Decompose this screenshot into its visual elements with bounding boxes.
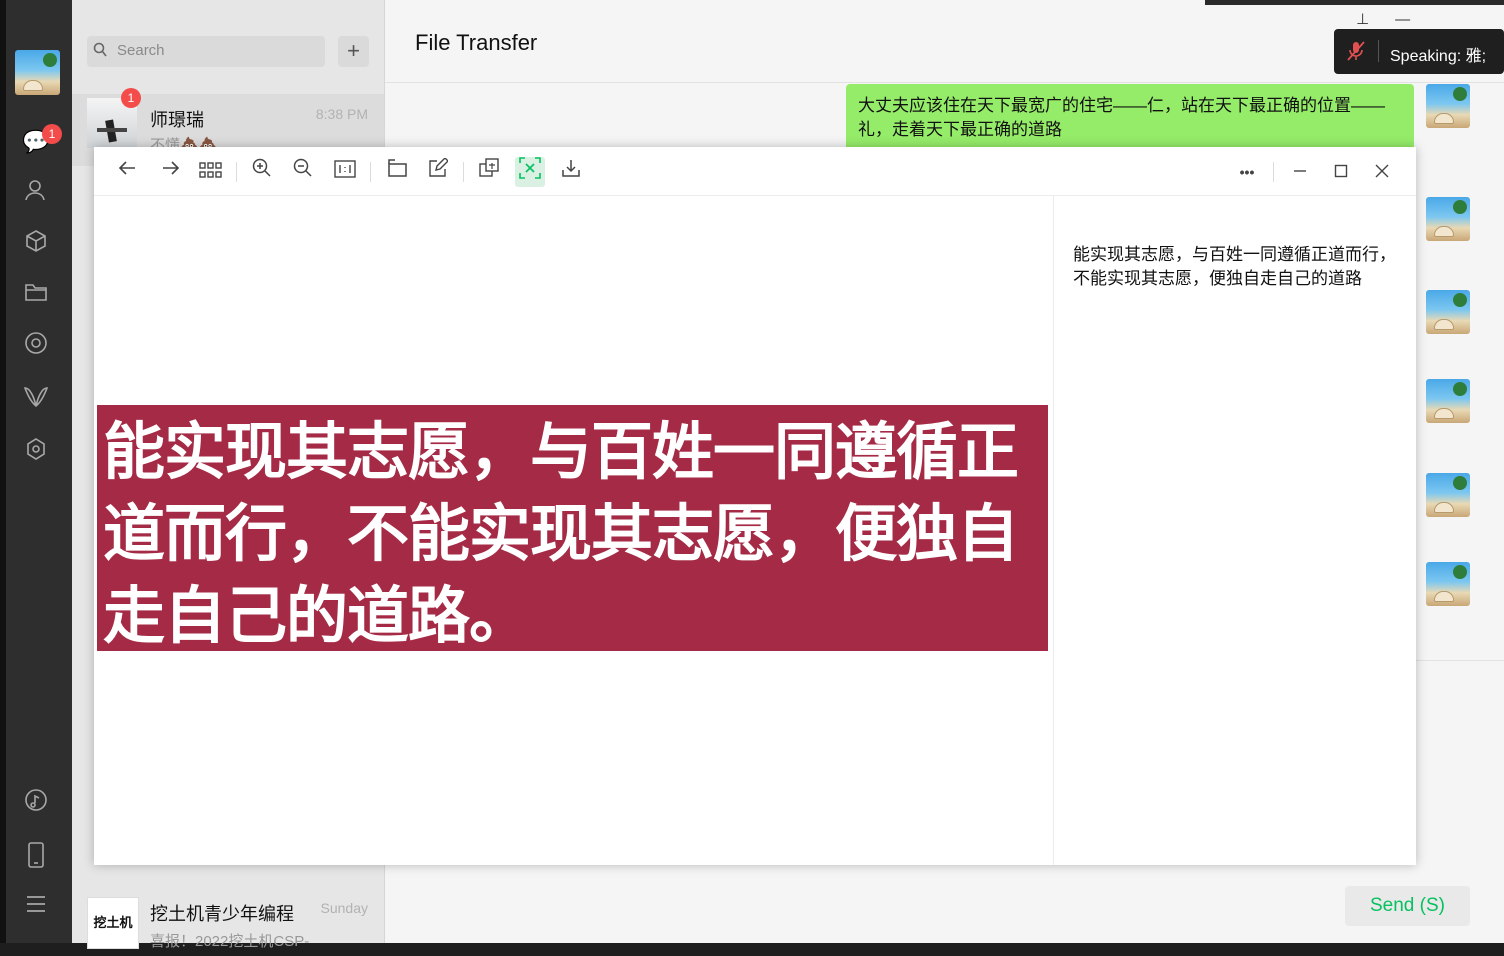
unread-badge: 1 — [121, 88, 141, 108]
chat-time: Sunday — [320, 900, 368, 916]
viewer-close-icon[interactable] — [1367, 157, 1397, 187]
search-icon — [93, 42, 107, 61]
moments-icon[interactable] — [22, 331, 50, 359]
chat-unread-badge: 1 — [42, 124, 62, 144]
zoom-out-icon[interactable] — [288, 157, 318, 187]
rail-edge — [0, 0, 6, 943]
image-text: 能实现其志愿，与百姓一同遵循正道而行，不能实现其志愿，便独自走自己的道路。 — [103, 418, 1019, 651]
grid-icon[interactable] — [196, 157, 226, 187]
toolbar-separator — [370, 162, 371, 182]
chat-name: 挖土机青少年编程 — [150, 904, 294, 924]
back-icon[interactable] — [113, 157, 143, 187]
header-divider — [385, 82, 1504, 83]
ocr-panel-divider — [1053, 196, 1054, 865]
chat-time: 8:38 PM — [315, 106, 368, 122]
chat-item[interactable]: 挖土机 挖土机青少年编程 Sunday 喜报！2022挖土机CSP- — [72, 884, 384, 956]
sidebar-rail: 💬 1 — [0, 0, 72, 943]
user-avatar[interactable] — [15, 50, 60, 95]
message-text: 大丈夫应该住在天下最宽广的住宅——仁，站在天下最正确的位置——礼，走着天下最正确… — [858, 96, 1385, 139]
extract-text-icon[interactable] — [515, 157, 545, 187]
sender-avatar[interactable] — [1426, 197, 1470, 241]
pin-icon[interactable]: ⊥ — [1356, 11, 1395, 28]
edit-icon[interactable] — [423, 157, 453, 187]
files-icon[interactable] — [22, 280, 50, 308]
menu-icon[interactable] — [22, 893, 50, 921]
chat-preview: 喜报！2022挖土机CSP- — [150, 933, 310, 950]
rotate-icon[interactable] — [382, 157, 412, 187]
download-icon[interactable] — [556, 157, 586, 187]
sender-avatar[interactable] — [1426, 290, 1470, 334]
search-placeholder: Search — [117, 42, 165, 59]
minimize-icon[interactable]: — — [1395, 11, 1436, 28]
send-button[interactable]: Send (S) — [1345, 886, 1470, 926]
favorites-icon[interactable] — [22, 229, 50, 257]
toolbar-separator — [236, 162, 237, 182]
contacts-icon[interactable] — [22, 178, 50, 206]
chat-avatar: 挖土机 — [87, 897, 139, 949]
translate-icon[interactable] — [474, 157, 504, 187]
sender-avatar[interactable] — [1426, 379, 1470, 423]
toolbar-separator — [463, 162, 464, 182]
more-options-icon[interactable]: ••• — [1232, 157, 1262, 187]
actual-size-icon[interactable] — [330, 157, 360, 187]
mic-muted-icon[interactable] — [1346, 40, 1366, 67]
add-button[interactable]: + — [338, 36, 369, 67]
window-top-edge — [1205, 0, 1504, 5]
forward-icon[interactable] — [155, 157, 185, 187]
toolbar-separator — [1273, 162, 1274, 182]
zoom-in-icon[interactable] — [247, 157, 277, 187]
banner-divider — [1378, 40, 1379, 62]
sender-avatar[interactable] — [1426, 473, 1470, 517]
phone-icon[interactable] — [22, 842, 50, 870]
extracted-text[interactable]: 能实现其志愿，与百姓一同遵循正道而行，不能实现其志愿，便独自走自己的道路 — [1073, 243, 1403, 291]
chat-name: 师璟瑞 — [150, 110, 204, 130]
mini-programs-icon[interactable] — [22, 437, 50, 465]
music-icon[interactable] — [22, 788, 50, 816]
viewer-maximize-icon[interactable] — [1326, 157, 1356, 187]
viewer-minimize-icon[interactable] — [1285, 157, 1315, 187]
channels-icon[interactable] — [22, 385, 50, 413]
sender-avatar[interactable] — [1426, 84, 1470, 128]
speaking-label: Speaking: 雅; — [1390, 48, 1487, 65]
conversation-title: File Transfer — [415, 30, 538, 55]
viewer-toolbar-divider — [94, 195, 1416, 196]
sender-avatar[interactable] — [1426, 562, 1470, 606]
